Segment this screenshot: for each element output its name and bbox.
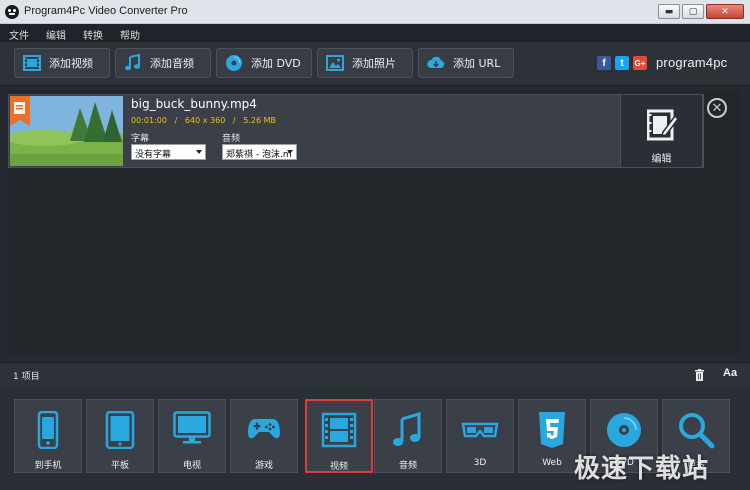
subtitle-select[interactable]: 没有字幕 [131, 144, 206, 160]
add-url-label: 添加 URL [453, 57, 501, 70]
add-photo-button[interactable]: 添加照片 [317, 48, 413, 78]
film-icon [23, 55, 41, 71]
format-audio[interactable]: 音频 [374, 399, 442, 473]
remove-file-icon[interactable]: ✕ [707, 98, 727, 118]
music-note-icon [125, 54, 140, 71]
menu-help[interactable]: 帮助 [111, 24, 148, 42]
google-plus-icon[interactable]: G+ [633, 56, 647, 70]
format-label: 电视 [182, 461, 201, 471]
window-title: Program4Pc Video Converter Pro [24, 5, 188, 17]
add-dvd-label: 添加 DVD [251, 57, 301, 70]
chevron-down-icon [287, 150, 293, 154]
format-game[interactable]: 游戏 [230, 399, 298, 473]
subtitle-value: 没有字幕 [135, 150, 172, 160]
trash-icon[interactable] [694, 369, 705, 381]
edit-button[interactable]: 编辑 [620, 94, 703, 168]
format-label: 3D [473, 458, 487, 468]
music-icon [393, 411, 421, 446]
edit-film-icon [647, 109, 679, 141]
menu-edit[interactable]: 编辑 [37, 24, 74, 42]
format-label: 视频 [329, 462, 348, 472]
format-tv[interactable]: 电视 [158, 399, 226, 473]
cloud-download-icon [427, 56, 445, 68]
menu-bar: 文件 编辑 转换 帮助 [0, 24, 750, 42]
title-bar: Program4Pc Video Converter Pro ▬ ▢ ✕ [0, 0, 750, 24]
maximize-button[interactable]: ▢ [682, 4, 704, 19]
file-metadata: 00:01:00 / 640 x 360 / 5.26 MB [131, 116, 276, 125]
edit-label: 编辑 [651, 154, 672, 165]
status-bar: 1 项目 Aa [0, 362, 750, 386]
file-duration: 00:01:00 [131, 116, 167, 125]
twitter-icon[interactable]: t [615, 56, 629, 70]
format-label: 平板 [110, 461, 129, 471]
watermark: 极速下载站 [574, 454, 710, 484]
disc-icon [607, 413, 641, 447]
image-icon [326, 55, 344, 71]
disc-icon [226, 55, 242, 71]
brand-logo: program4pc [656, 55, 728, 70]
format-3d[interactable]: 3D [446, 399, 514, 473]
file-name: big_buck_bunny.mp4 [131, 97, 257, 111]
tablet-icon [105, 411, 135, 449]
add-video-label: 添加视频 [49, 57, 93, 70]
format-label: 音频 [398, 461, 417, 471]
film-icon [321, 412, 357, 448]
toolbar: 添加视频 添加音频 添加 DVD 添加照片 添加 URL f t G+ prog… [0, 42, 750, 86]
format-label: 到手机 [34, 461, 62, 471]
format-video[interactable]: 视频 [305, 399, 373, 473]
item-count: 1 项目 [13, 372, 40, 382]
audio-value: 郑紫祺 - 泡沫.m [226, 150, 292, 160]
subtitle-label: 字幕 [131, 134, 150, 144]
add-audio-button[interactable]: 添加音频 [115, 48, 211, 78]
close-button[interactable]: ✕ [706, 4, 744, 19]
format-label: 游戏 [254, 461, 273, 471]
html5-icon [539, 412, 565, 448]
menu-file[interactable]: 文件 [0, 24, 37, 42]
meta-separator: / [174, 116, 178, 125]
audio-label: 音频 [222, 134, 241, 144]
audio-track-select[interactable]: 郑紫祺 - 泡沫.m [222, 144, 297, 160]
window-controls: ▬ ▢ ✕ [658, 4, 744, 19]
format-phone[interactable]: 到手机 [14, 399, 82, 473]
file-size: 5.26 MB [243, 116, 277, 125]
gamepad-icon [248, 419, 280, 439]
add-video-button[interactable]: 添加视频 [14, 48, 110, 78]
file-resolution: 640 x 360 [184, 116, 226, 125]
font-size-button[interactable]: Aa [723, 367, 737, 379]
facebook-icon[interactable]: f [597, 56, 611, 70]
add-url-button[interactable]: 添加 URL [418, 48, 514, 78]
chevron-down-icon [196, 150, 202, 154]
meta-separator: / [232, 116, 236, 125]
add-dvd-button[interactable]: 添加 DVD [216, 48, 312, 78]
minimize-button[interactable]: ▬ [658, 4, 680, 19]
add-audio-label: 添加音频 [150, 57, 194, 70]
add-photo-label: 添加照片 [352, 57, 396, 70]
format-tablet[interactable]: 平板 [86, 399, 154, 473]
menu-convert[interactable]: 转换 [74, 24, 111, 42]
phone-icon [37, 411, 59, 449]
search-icon [679, 413, 715, 449]
tv-icon [173, 411, 211, 444]
video-thumbnail [10, 96, 123, 166]
3d-glasses-icon [461, 422, 499, 438]
app-logo-icon [5, 5, 19, 19]
